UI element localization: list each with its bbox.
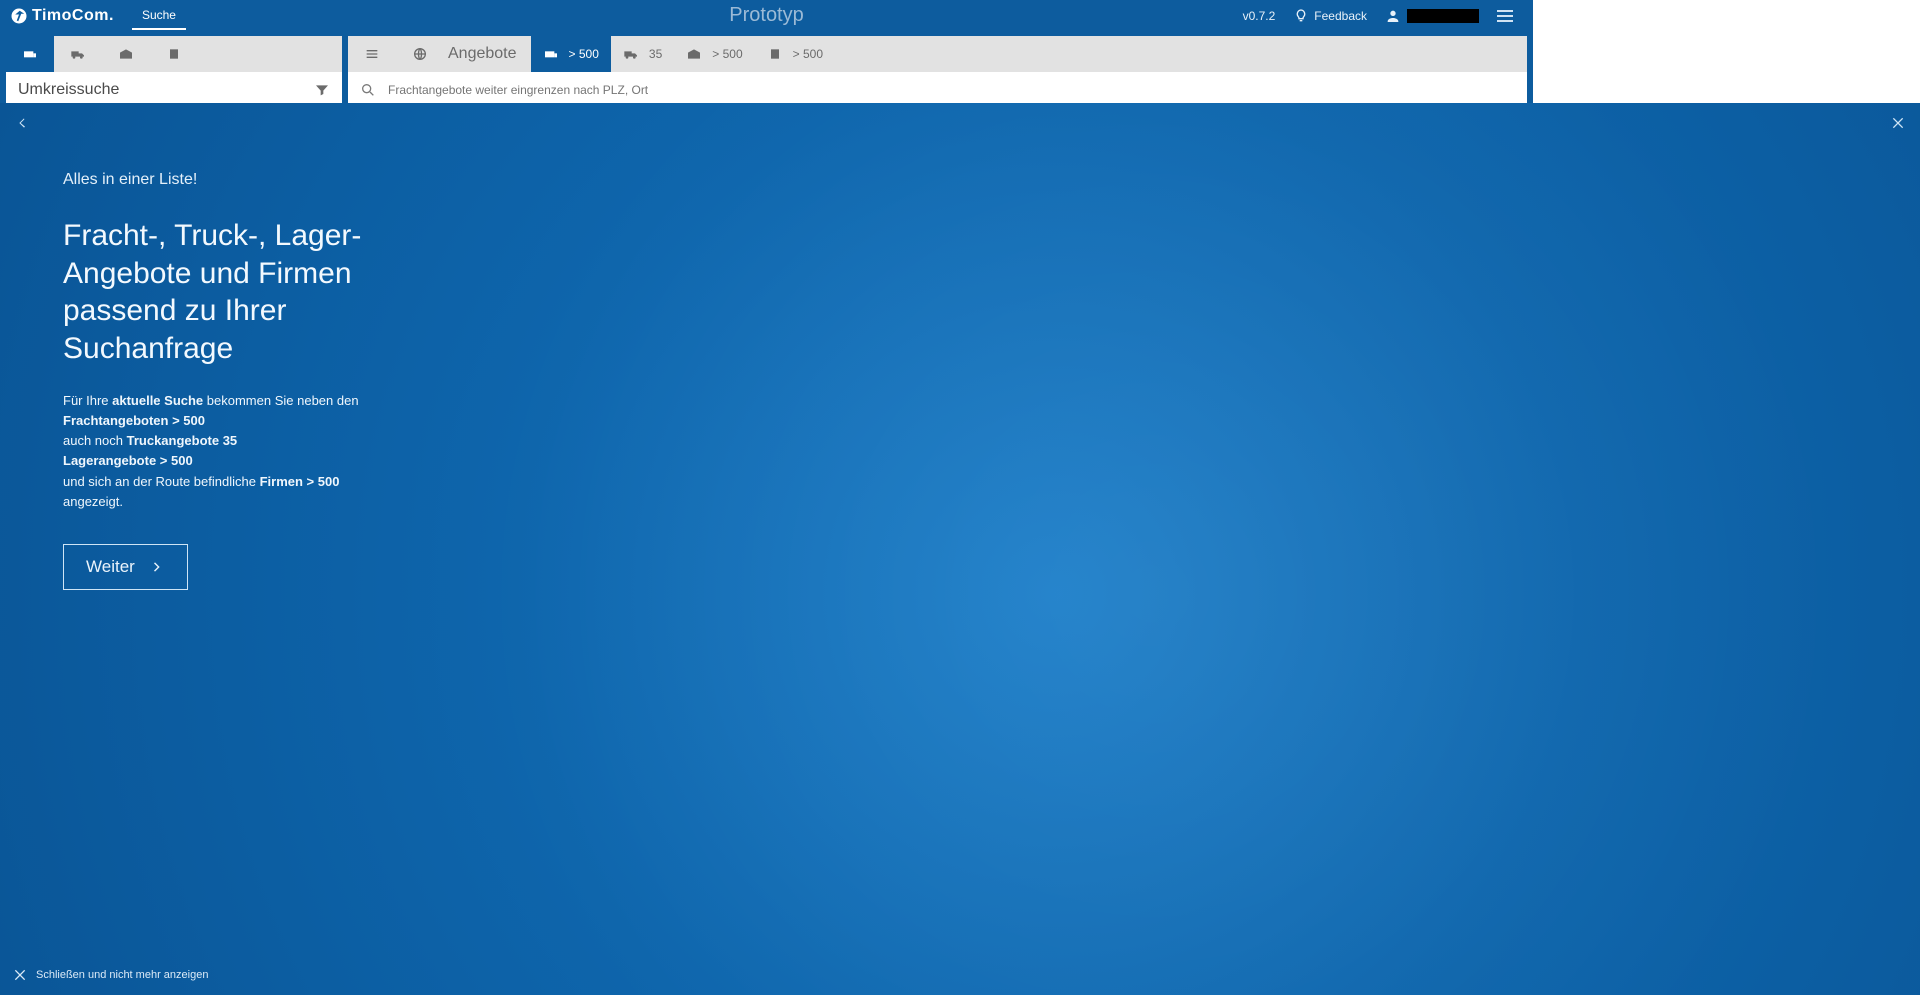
category-count: > 500 — [569, 47, 599, 61]
nav-tab-search[interactable]: Suche — [132, 2, 186, 30]
overlay-paragraph: Für Ihre aktuelle Suche bekommen Sie neb… — [63, 391, 363, 512]
chevron-right-icon — [149, 559, 165, 575]
overlay-kicker: Alles in einer Liste! — [63, 171, 433, 189]
header-right-cluster: v0.7.2 Feedback — [1243, 8, 1533, 24]
storage-icon — [118, 46, 134, 62]
text-bold: Frachtangeboten > 500 — [63, 413, 205, 428]
close-icon — [12, 967, 28, 983]
left-tabbar — [6, 36, 342, 72]
category-tab-storage[interactable]: > 500 — [674, 36, 754, 72]
offers-heading: Angebote — [444, 45, 531, 63]
overlay-close-button[interactable] — [1890, 115, 1906, 134]
overlay-prev-button[interactable] — [14, 115, 30, 134]
version-label: v0.7.2 — [1243, 9, 1276, 23]
text: bekommen Sie neben den — [203, 393, 358, 408]
list-icon — [364, 46, 380, 62]
app-header: TimoCom. Suche Prototyp v0.7.2 Feedback — [0, 0, 1533, 31]
overlay-next-button[interactable]: Weiter — [63, 544, 188, 590]
left-tab-freight[interactable] — [6, 36, 54, 72]
company-icon — [767, 46, 783, 62]
category-count: > 500 — [712, 47, 742, 61]
text-bold: Firmen > 500 — [260, 474, 340, 489]
close-icon — [1890, 115, 1906, 131]
globe-icon — [412, 46, 428, 62]
text-bold: Truckangebote 35 — [127, 433, 238, 448]
category-count: 35 — [649, 47, 662, 61]
filter-icon[interactable] — [314, 82, 330, 98]
offers-filter-input[interactable] — [388, 83, 1515, 97]
onboarding-overlay: Alles in einer Liste! Fracht-, Truck-, L… — [0, 103, 1920, 995]
overlay-title: Fracht-, Truck-, Lager-Angebote und Firm… — [63, 217, 433, 367]
brand-glyph-icon — [10, 7, 28, 25]
chevron-left-icon — [14, 115, 30, 131]
brand-text: TimoCom. — [32, 7, 114, 25]
category-tab-freight[interactable]: > 500 — [531, 36, 611, 72]
text-bold: Lagerangebote > 500 — [63, 453, 193, 468]
overlay-content: Alles in einer Liste! Fracht-, Truck-, L… — [63, 171, 433, 590]
freight-icon — [22, 46, 38, 62]
feedback-label: Feedback — [1314, 9, 1367, 23]
company-icon — [166, 46, 182, 62]
view-list-button[interactable] — [348, 36, 396, 72]
left-tab-storage[interactable] — [102, 36, 150, 72]
freight-icon — [543, 46, 559, 62]
overlay-next-label: Weiter — [86, 557, 135, 577]
environment-label: Prototyp — [729, 4, 803, 27]
left-tab-truck[interactable] — [54, 36, 102, 72]
search-icon — [360, 82, 376, 98]
text: angezeigt. — [63, 494, 123, 509]
truck-icon — [623, 46, 639, 62]
text: und sich an der Route befindliche — [63, 474, 260, 489]
category-tab-company[interactable]: > 500 — [755, 36, 835, 72]
feedback-button[interactable]: Feedback — [1293, 8, 1367, 24]
radius-search-label: Umkreissuche — [18, 81, 119, 99]
text: auch noch — [63, 433, 127, 448]
overlay-dismiss-label: Schließen und nicht mehr anzeigen — [36, 969, 208, 981]
bulb-icon — [1293, 8, 1309, 24]
truck-icon — [70, 46, 86, 62]
user-icon — [1385, 8, 1401, 24]
view-globe-button[interactable] — [396, 36, 444, 72]
account-menu[interactable] — [1385, 8, 1479, 24]
user-name-redacted — [1407, 9, 1479, 23]
storage-icon — [686, 46, 702, 62]
left-tab-company[interactable] — [150, 36, 198, 72]
menu-button[interactable] — [1497, 10, 1513, 22]
right-tabbar: Angebote > 500 35 > 500 > 500 — [348, 36, 1527, 72]
text: Für Ihre — [63, 393, 112, 408]
brand-logo[interactable]: TimoCom. — [0, 7, 124, 25]
text-bold: aktuelle Suche — [112, 393, 203, 408]
category-count: > 500 — [793, 47, 823, 61]
overlay-dismiss-button[interactable]: Schließen und nicht mehr anzeigen — [12, 967, 208, 983]
category-tab-truck[interactable]: 35 — [611, 36, 674, 72]
